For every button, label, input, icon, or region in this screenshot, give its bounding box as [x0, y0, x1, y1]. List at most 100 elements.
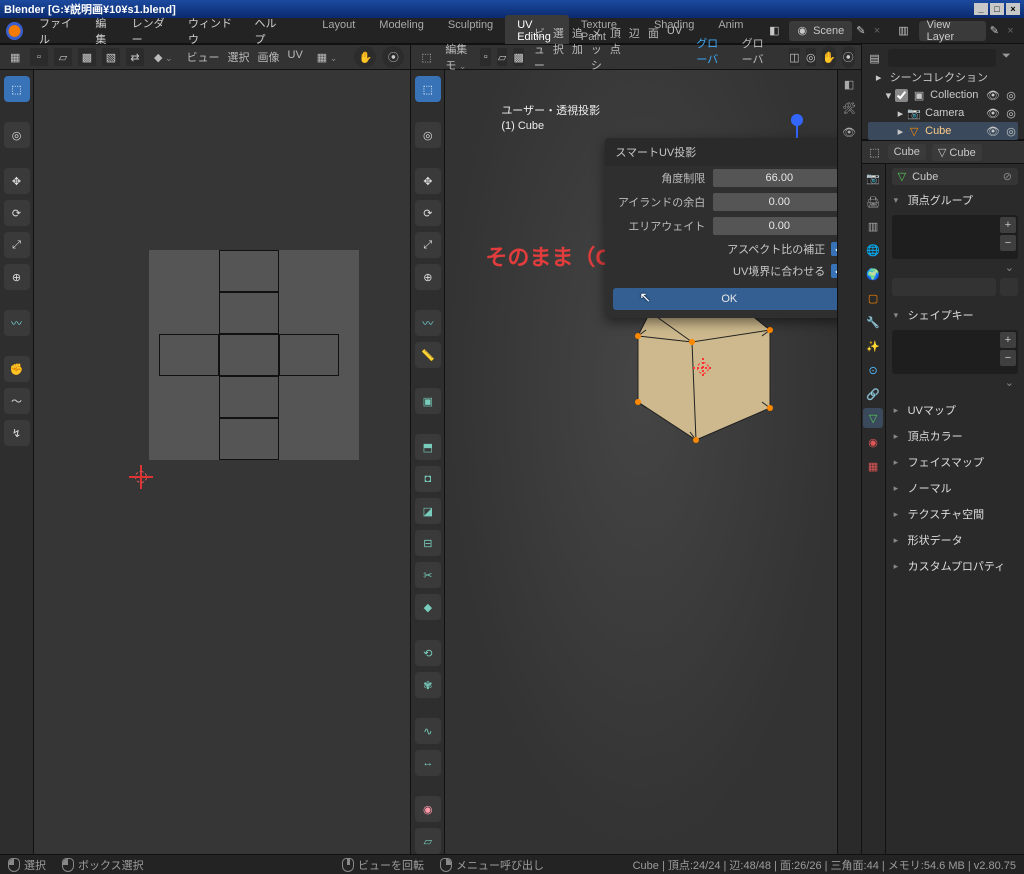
- popup-checkbox-0[interactable]: ✓: [831, 242, 836, 256]
- props-bc-data[interactable]: ▽ Cube: [932, 144, 982, 161]
- outliner-search-input[interactable]: [888, 49, 996, 67]
- ptab-output[interactable]: 🖨: [863, 192, 883, 212]
- outliner-type-icon[interactable]: ▤: [868, 51, 882, 65]
- disable-icon[interactable]: ◎: [1004, 124, 1018, 138]
- tool3d-knife[interactable]: ✂: [415, 562, 441, 588]
- window-maximize-button[interactable]: □: [990, 3, 1004, 15]
- tool3d-rotate[interactable]: ⟳: [415, 200, 441, 226]
- tool3d-smooth[interactable]: ∿: [415, 718, 441, 744]
- props-section-頂点カラー[interactable]: 頂点カラー: [892, 425, 1018, 447]
- overlays-icon[interactable]: ◫: [789, 48, 800, 66]
- tool-annotate[interactable]: 〰: [4, 310, 30, 336]
- ptab-texture[interactable]: ▦: [863, 456, 883, 476]
- popup-row-value-2[interactable]: 0.00: [713, 217, 836, 235]
- tool-move[interactable]: ✥: [4, 168, 30, 194]
- props-type-icon[interactable]: ⬚: [868, 145, 882, 159]
- window-close-button[interactable]: ×: [1006, 3, 1020, 15]
- props-section-シェイプキー[interactable]: シェイプキー+−⌄: [892, 304, 1018, 395]
- npanel-item[interactable]: ◧: [839, 74, 859, 94]
- uv-menu-ビュー[interactable]: ビュー: [183, 47, 224, 67]
- ptab-scene[interactable]: 🌐: [863, 240, 883, 260]
- uv-menu-画像[interactable]: 画像: [254, 47, 284, 67]
- tool-relax[interactable]: 〜: [4, 388, 30, 414]
- uv-sync-icon[interactable]: ⇄: [126, 48, 144, 66]
- props-section-カスタムプロパティ[interactable]: カスタムプロパティ: [892, 555, 1018, 577]
- tool3d-edge-slide[interactable]: ↔: [415, 750, 441, 776]
- outliner-scene-collection[interactable]: ▸ シーンコレクション: [868, 68, 1018, 86]
- uv-menu-UV[interactable]: UV: [284, 47, 307, 67]
- ptab-modifier[interactable]: 🔧: [863, 312, 883, 332]
- section-specials-icon[interactable]: ⌄: [892, 374, 1018, 391]
- window-minimize-button[interactable]: _: [974, 3, 988, 15]
- viewport-editor-type-icon[interactable]: ⬚: [417, 49, 435, 66]
- props-bc-obj[interactable]: Cube: [888, 144, 926, 160]
- ptab-object[interactable]: ▢: [863, 288, 883, 308]
- popup-row-value-0[interactable]: 66.00: [713, 169, 836, 187]
- uv-zoom-icon[interactable]: ⦿: [382, 46, 404, 68]
- scene-new-button[interactable]: ✎: [856, 24, 865, 37]
- layer-menu-icon[interactable]: ▥: [898, 24, 908, 37]
- xray-icon[interactable]: ◎: [806, 48, 817, 66]
- ptab-physics[interactable]: ⊙: [863, 360, 883, 380]
- uv-menu-選択[interactable]: 選択: [224, 47, 254, 67]
- section-slot2[interactable]: [1000, 278, 1018, 296]
- uv-image-selector[interactable]: ▦: [313, 49, 341, 66]
- scene-delete-button[interactable]: ×: [870, 25, 885, 37]
- disable-icon[interactable]: ◎: [1004, 88, 1018, 102]
- section-specials-icon[interactable]: ⌄: [892, 259, 1018, 276]
- props-section-フェイスマップ[interactable]: フェイスマップ: [892, 451, 1018, 473]
- viewport-hand-icon[interactable]: ✋: [822, 46, 836, 68]
- tool3d-polybuild[interactable]: ◆: [415, 594, 441, 620]
- workspace-tab-modeling[interactable]: Modeling: [367, 15, 436, 47]
- outliner-collection[interactable]: ▾ ▣ Collection 👁 ◎: [868, 86, 1018, 104]
- viewport-zoom-icon[interactable]: ⦿: [842, 46, 855, 68]
- remove-button[interactable]: −: [1000, 350, 1016, 366]
- ptab-data[interactable]: ▽: [863, 408, 883, 428]
- mesh-name-field[interactable]: ▽ Cube ⊘: [892, 168, 1018, 185]
- tool3d-extrude[interactable]: ⬒: [415, 434, 441, 460]
- props-section-テクスチャ空間[interactable]: テクスチャ空間: [892, 503, 1018, 525]
- uv-select-mode-face-icon[interactable]: ▩: [78, 48, 96, 66]
- tool3d-scale[interactable]: ⤢: [415, 232, 441, 258]
- tool3d-bevel[interactable]: ◪: [415, 498, 441, 524]
- add-button[interactable]: +: [1000, 217, 1016, 233]
- eye-icon[interactable]: 👁: [986, 124, 1000, 138]
- tool3d-cursor[interactable]: ◎: [415, 122, 441, 148]
- remove-button[interactable]: −: [1000, 235, 1016, 251]
- collection-enable-checkbox[interactable]: [895, 89, 908, 102]
- section-listbox[interactable]: +−: [892, 330, 1018, 374]
- uv-sticky-selector[interactable]: ◆: [150, 49, 177, 66]
- tool3d-speen-dup[interactable]: ✾: [415, 672, 441, 698]
- tool-pinch[interactable]: ↯: [4, 420, 30, 446]
- props-section-頂点グループ[interactable]: 頂点グループ+−⌄: [892, 189, 1018, 300]
- eye-icon[interactable]: 👁: [986, 106, 1000, 120]
- uv-canvas[interactable]: [34, 70, 410, 854]
- layer-new-button[interactable]: ✎: [990, 24, 999, 37]
- tool3d-transform[interactable]: ⊕: [415, 264, 441, 290]
- view-layer-selector[interactable]: View Layer: [919, 21, 986, 41]
- tool3d-loopcut[interactable]: ⊟: [415, 530, 441, 556]
- uv-select-mode-island-icon[interactable]: ▧: [102, 48, 120, 66]
- outliner-filter-icon[interactable]: ⏷: [1002, 50, 1018, 66]
- outliner[interactable]: ▤ ⏷ ▸ シーンコレクション ▾ ▣ Collection 👁 ◎ ▸📷Cam…: [862, 44, 1024, 140]
- popup-row-value-1[interactable]: 0.00: [713, 193, 836, 211]
- section-slot[interactable]: [892, 278, 996, 296]
- uv-select-mode-edge-icon[interactable]: ▱: [54, 48, 72, 66]
- tool3d-shear[interactable]: ▱: [415, 828, 441, 854]
- tool3d-spin[interactable]: ⟲: [415, 640, 441, 666]
- tool-grab[interactable]: ✊: [4, 356, 30, 382]
- tool-cursor[interactable]: ◎: [4, 122, 30, 148]
- ptab-constraint[interactable]: 🔗: [863, 384, 883, 404]
- select-edge-icon[interactable]: ▱: [497, 48, 508, 66]
- uv-hand-icon[interactable]: ✋: [354, 46, 376, 68]
- tool3d-move[interactable]: ✥: [415, 168, 441, 194]
- tool3d-select-box[interactable]: ⬚: [415, 76, 441, 102]
- ptab-particle[interactable]: ✨: [863, 336, 883, 356]
- viewport-canvas[interactable]: ユーザー・透視投影 (1) Cube 🔍 ✥: [445, 70, 836, 854]
- props-section-形状データ[interactable]: 形状データ: [892, 529, 1018, 551]
- tool3d-add-cube[interactable]: ▣: [415, 388, 441, 414]
- ptab-world[interactable]: 🌍: [863, 264, 883, 284]
- ptab-viewlayer[interactable]: ▥: [863, 216, 883, 236]
- outliner-item-cube[interactable]: ▸▽Cube👁◎: [868, 122, 1018, 140]
- props-section-ノーマル[interactable]: ノーマル: [892, 477, 1018, 499]
